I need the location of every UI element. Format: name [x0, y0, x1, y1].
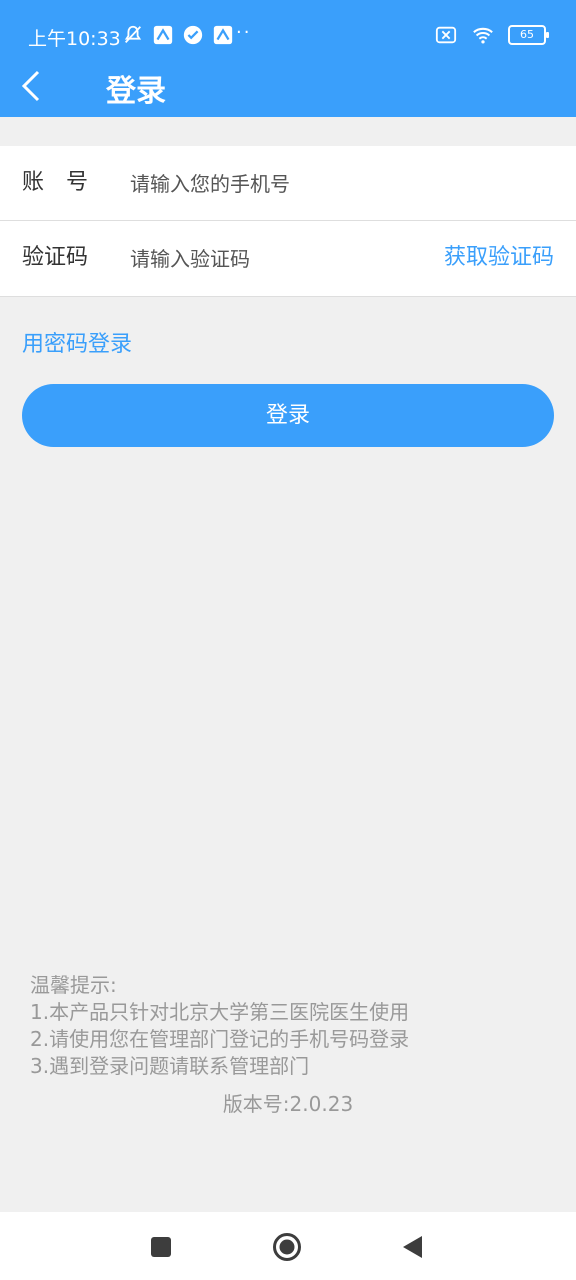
status-time: 上午10:33: [28, 28, 121, 50]
tips-block: 温馨提示: 1.本产品只针对北京大学第三医院医生使用 2.请使用您在管理部门登记…: [30, 972, 409, 1080]
battery-icon: 65: [508, 25, 549, 45]
get-code-button[interactable]: 获取验证码: [444, 221, 554, 295]
tips-line: 3.遇到登录问题请联系管理部门: [30, 1054, 310, 1078]
login-button[interactable]: 登录: [22, 384, 554, 447]
chevron-left-icon[interactable]: [14, 66, 54, 106]
login-form: 账 号 验证码 获取验证码: [0, 146, 576, 297]
account-row: 账 号: [0, 146, 576, 221]
version-label: 版本号:2.0.23: [222, 1092, 354, 1116]
status-icons-left: [122, 24, 234, 46]
tips-line: 2.请使用您在管理部门登记的手机号码登录: [30, 1027, 410, 1051]
app-icon: [213, 25, 233, 45]
password-login-link[interactable]: 用密码登录: [22, 326, 132, 358]
verification-code-input[interactable]: [128, 238, 412, 280]
home-icon[interactable]: [272, 1232, 302, 1262]
tips-line: 1.本产品只针对北京大学第三医院医生使用: [30, 1000, 410, 1024]
wifi-icon: [473, 27, 493, 44]
more-notifications-icon: ··: [236, 22, 252, 43]
check-icon: [183, 25, 203, 45]
app-bar: 上午10:33 ·· 65 登录: [0, 0, 576, 117]
page-title: 登录: [106, 74, 166, 109]
phone-input[interactable]: [128, 163, 432, 205]
code-label: 验证码: [22, 245, 89, 270]
code-row: 验证码 获取验证码: [0, 221, 576, 297]
app-icon: [153, 25, 173, 45]
back-icon[interactable]: [398, 1232, 428, 1262]
account-label: 账 号: [22, 170, 89, 195]
mute-bell-icon: [124, 25, 142, 43]
sim-icon: [435, 26, 457, 44]
recent-apps-icon[interactable]: [146, 1232, 176, 1262]
system-nav-bar: [0, 1212, 576, 1280]
status-bar: 上午10:33 ·· 65: [0, 18, 576, 54]
tips-heading: 温馨提示:: [30, 973, 117, 997]
status-icons-right: 65: [434, 24, 549, 46]
